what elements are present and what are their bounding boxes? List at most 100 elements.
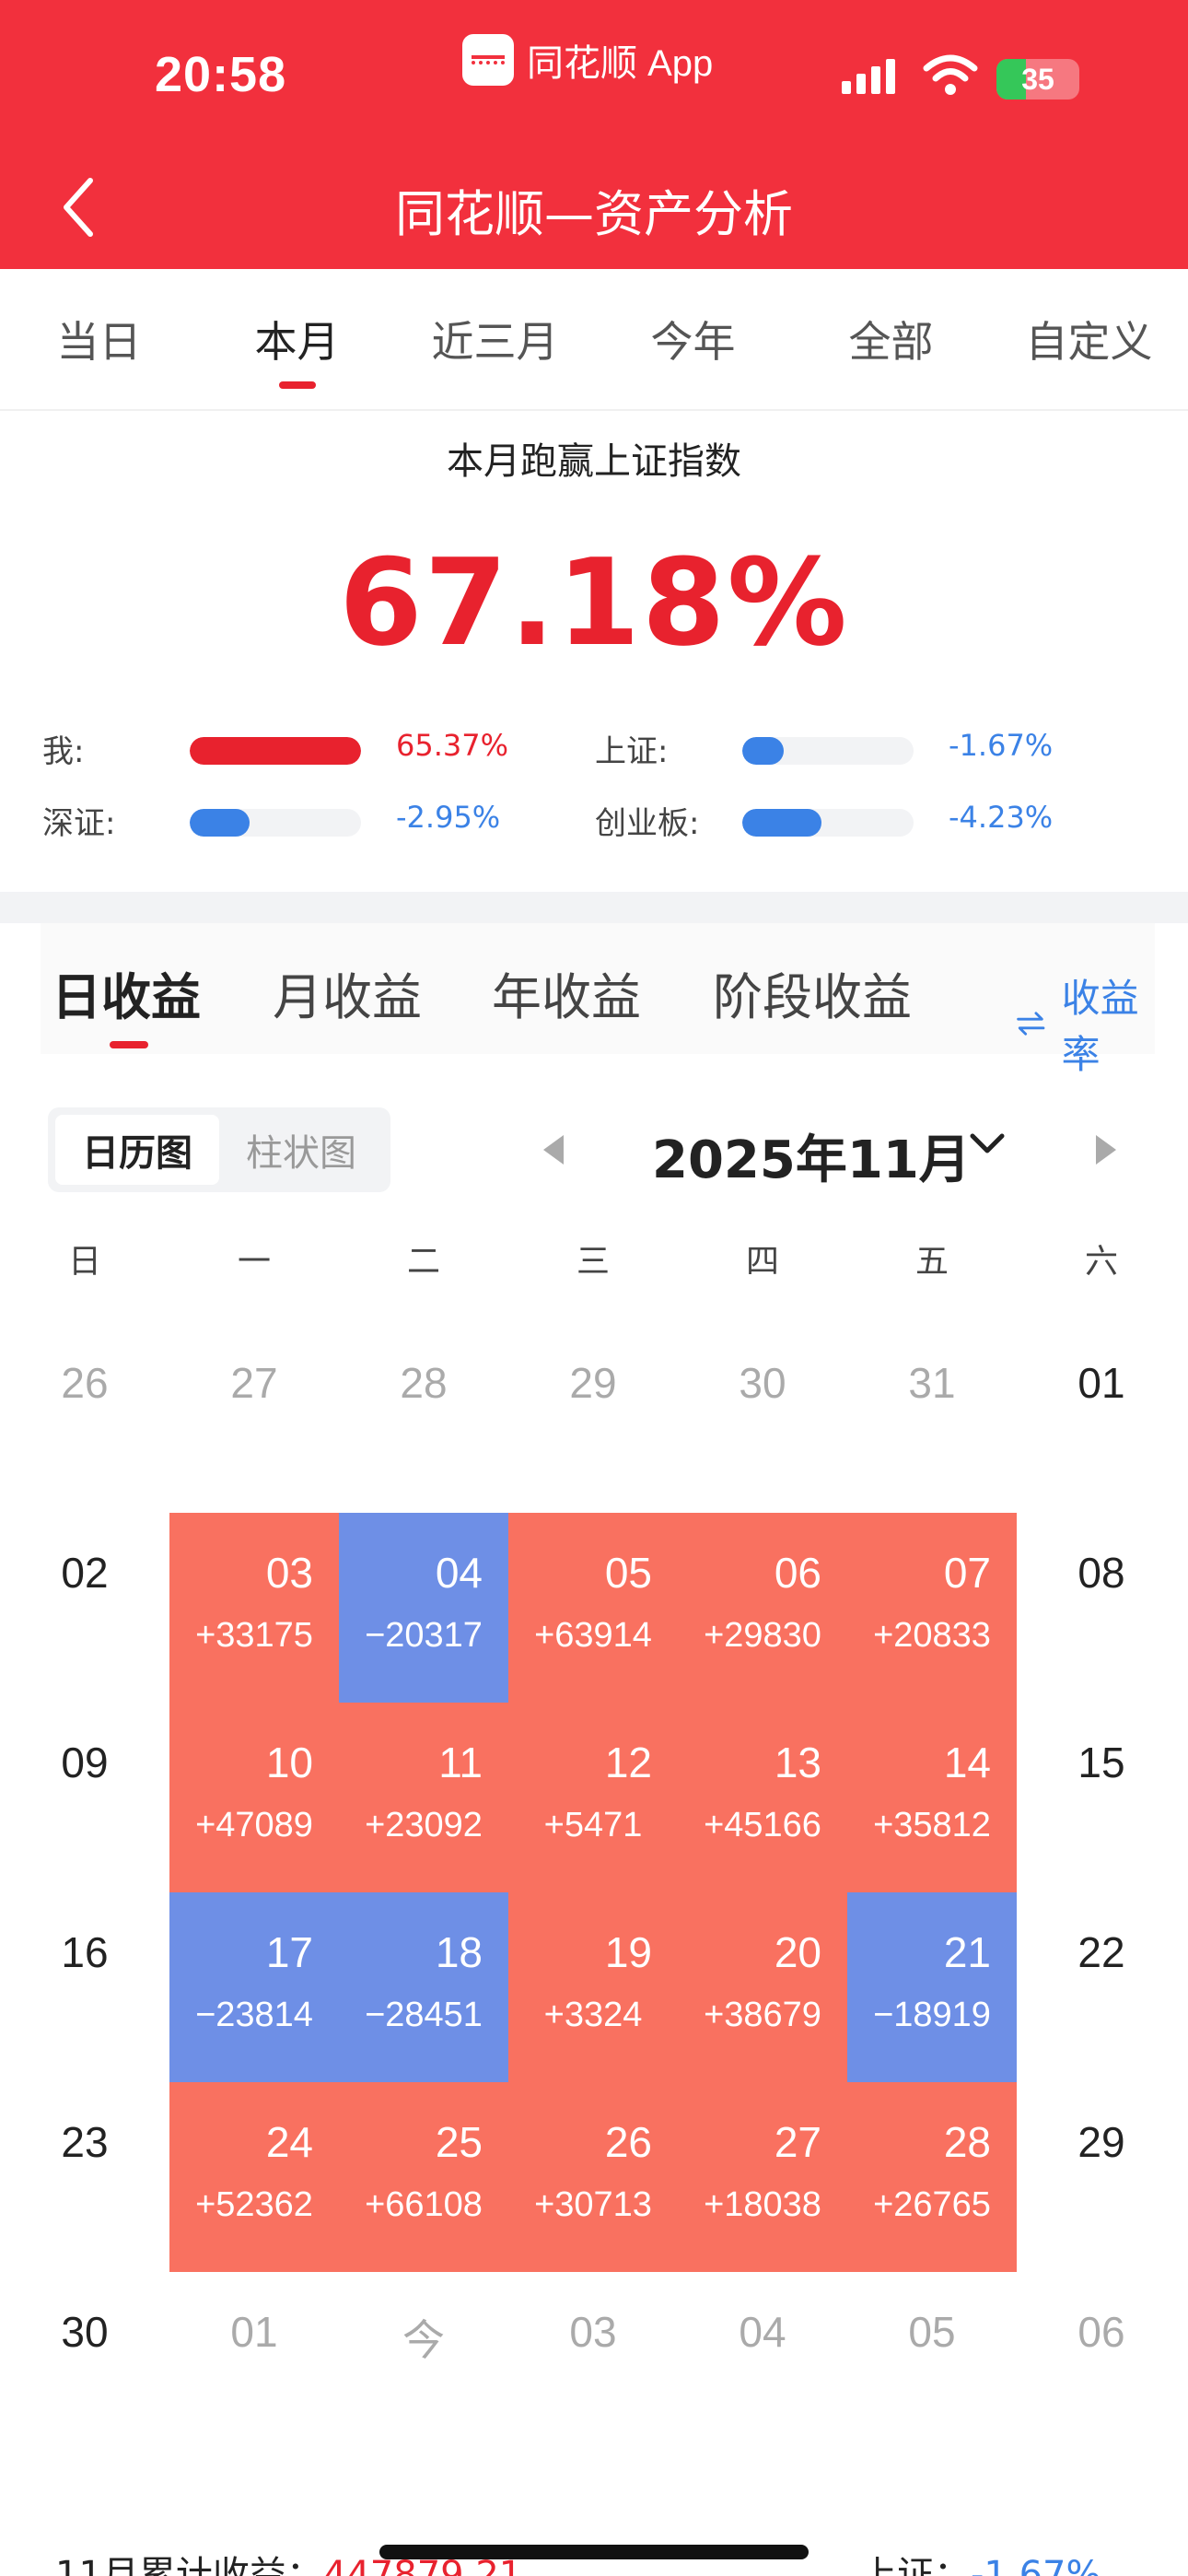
calendar-day[interactable]: 26 [0,1323,169,1513]
tab-daily-profit[interactable]: 日收益 [52,956,201,1029]
bar-view-button[interactable]: 柱状图 [219,1115,383,1185]
app-badge[interactable]: 同花顺 App [462,33,713,87]
calendar-day[interactable]: 08 [1017,1513,1186,1703]
index-change: 上证：-1.67% [860,2545,1101,2576]
calendar-day[interactable]: 01 [169,2272,339,2462]
app-logo-icon [462,34,514,86]
calendar-day[interactable]: 30 [678,1323,847,1513]
calendar-day[interactable]: 04 −20317 [339,1513,508,1703]
weekday-label: 三 [576,1243,610,1281]
day-number: 12 [604,1739,652,1786]
calendar-day[interactable]: 04 [678,2272,847,2462]
weekday-header: 日 一 二 三 四 五 六 [0,1235,1188,1290]
calendar-day[interactable]: 27 +18038 [678,2082,847,2272]
calendar-day[interactable]: 28 +26765 [847,2082,1017,2272]
calendar-day[interactable]: 12 +5471 [508,1703,678,1892]
day-number: 10 [265,1739,313,1786]
day-profit: +38679 [704,1996,821,2034]
day-profit: −18919 [873,1996,991,2034]
previous-month-icon[interactable] [543,1135,564,1165]
calendar-day[interactable]: 13 +45166 [678,1703,847,1892]
day-profit: +26765 [873,2185,991,2224]
month-label[interactable]: 2025年11月 [652,1118,971,1193]
day-number: 01 [1077,1359,1125,1407]
tab-custom[interactable]: 自定义 [990,269,1188,409]
calendar-day[interactable]: 16 [0,1892,169,2082]
day-number: 04 [435,1549,483,1597]
period-tabs: 当日 本月 近三月 今年 全部 自定义 [0,269,1188,411]
calendar-day[interactable]: 28 [339,1323,508,1513]
home-indicator[interactable] [379,2545,809,2559]
calendar-day[interactable]: 26 +30713 [508,2082,678,2272]
calendar-day[interactable]: 03 [508,2272,678,2462]
calendar-day[interactable]: 03 +33175 [169,1513,339,1703]
day-profit: +29830 [704,1616,821,1655]
day-number: 25 [435,2118,483,2166]
comparison-row: 深证: -2.95% 创业板: -4.23% [0,792,1188,848]
day-number: 05 [604,1549,652,1597]
calendar-day[interactable]: 09 [0,1703,169,1892]
calendar-view-button[interactable]: 日历图 [55,1115,219,1185]
calendar-day[interactable]: 23 [0,2082,169,2272]
weekday-label: 六 [1084,1243,1118,1281]
calendar-day[interactable]: 29 [1017,2082,1186,2272]
calendar-day[interactable]: 21 −18919 [847,1892,1017,2082]
calendar-day[interactable]: 15 [1017,1703,1186,1892]
tab-monthly-profit[interactable]: 月收益 [273,956,422,1029]
chevron-down-icon[interactable] [967,1124,1007,1165]
day-profit: +63914 [534,1616,652,1655]
wifi-icon [923,54,978,95]
comparison-value: -2.95% [396,800,501,835]
calendar-day[interactable]: 05 [847,2272,1017,2462]
next-month-icon[interactable] [1096,1135,1116,1165]
calendar-day[interactable]: 30 [0,2272,169,2462]
calendar-day[interactable]: 10 +47089 [169,1703,339,1892]
day-number: 06 [774,1549,821,1597]
swap-arrows-icon [1017,1012,1045,1036]
calendar-day[interactable]: 11 +23092 [339,1703,508,1892]
tab-last-three-months[interactable]: 近三月 [396,269,594,409]
comparison-row: 我: 65.37% 上证: -1.67% [0,720,1188,776]
calendar-day[interactable]: 06 [1017,2272,1186,2462]
calendar-day[interactable]: 14 +35812 [847,1703,1017,1892]
calendar-day[interactable]: 18 −28451 [339,1892,508,2082]
tab-this-year[interactable]: 今年 [594,269,792,409]
calendar-day[interactable]: 01 [1017,1323,1186,1513]
rate-toggle-button[interactable]: 收益率 [1017,967,1155,1080]
calendar-day[interactable]: 25 +66108 [339,2082,508,2272]
tab-yearly-profit[interactable]: 年收益 [492,956,641,1029]
calendar-day[interactable]: 22 [1017,1892,1186,2082]
index-change-label: 上证： [860,2554,971,2576]
calendar-day[interactable]: 今 [339,2272,508,2462]
tab-period-profit[interactable]: 阶段收益 [713,956,912,1029]
tab-all[interactable]: 全部 [792,269,990,409]
day-number: 29 [1077,2118,1125,2166]
calendar-day[interactable]: 29 [508,1323,678,1513]
tab-this-month[interactable]: 本月 [198,269,396,409]
app-name: 同花顺 App [527,43,714,84]
calendar-day[interactable]: 31 [847,1323,1017,1513]
monthly-total-label: 11月累计收益： [55,2554,323,2576]
day-number: 04 [739,2308,786,2356]
day-number: 06 [1077,2308,1125,2356]
calendar-day[interactable]: 19 +3324 [508,1892,678,2082]
rate-toggle-label: 收益率 [1061,976,1139,1077]
calendar-day[interactable]: 07 +20833 [847,1513,1017,1703]
calendar-day[interactable]: 06 +29830 [678,1513,847,1703]
view-toggle: 日历图 柱状图 [48,1107,390,1192]
day-number: 26 [61,1359,109,1407]
calendar-day[interactable]: 27 [169,1323,339,1513]
day-number: 27 [774,2118,821,2166]
calendar-day[interactable]: 05 +63914 [508,1513,678,1703]
tab-today[interactable]: 当日 [0,269,198,409]
calendar-day[interactable]: 24 +52362 [169,2082,339,2272]
calendar-day[interactable]: 02 [0,1513,169,1703]
day-profit: −28451 [365,1996,483,2034]
comparison-mine: 我: 65.37% [42,720,595,776]
day-profit: +30713 [534,2185,652,2224]
day-number: 16 [61,1928,109,1976]
comparison-label: 我: [42,733,85,770]
weekday-label: 一 [237,1243,271,1281]
calendar-day[interactable]: 20 +38679 [678,1892,847,2082]
calendar-day[interactable]: 17 −23814 [169,1892,339,2082]
